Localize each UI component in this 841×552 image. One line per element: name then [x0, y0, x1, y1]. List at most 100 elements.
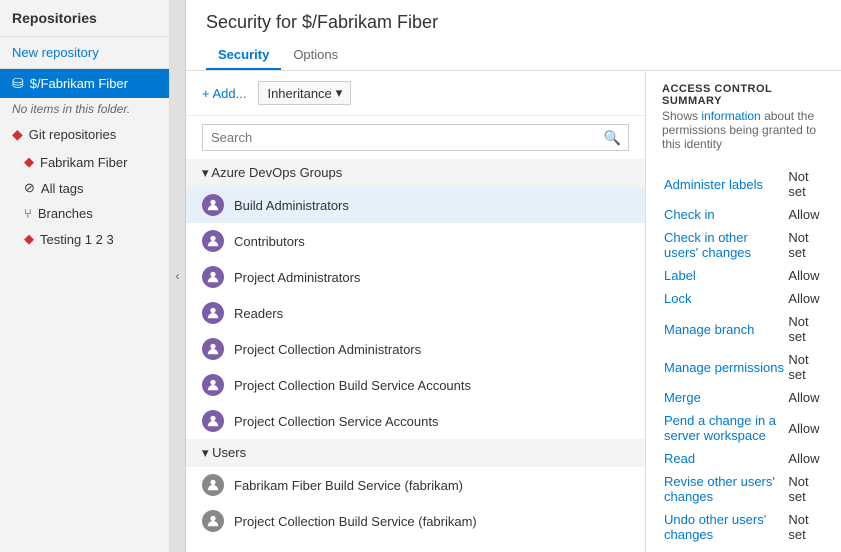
- testing-icon: ◆: [24, 231, 34, 247]
- permission-value: Not set: [786, 226, 825, 264]
- table-row: Check in Allow: [662, 203, 825, 226]
- group-item-project-admins[interactable]: Project Administrators: [186, 259, 645, 295]
- group-name-build-admins: Build Administrators: [234, 198, 349, 213]
- permission-name[interactable]: Administer labels: [664, 177, 763, 192]
- permission-value: Allow: [786, 447, 825, 470]
- sidebar-item-branches[interactable]: ⑂ Branches: [0, 201, 169, 226]
- group-item-build-admins[interactable]: Build Administrators: [186, 187, 645, 223]
- table-row: Read Allow: [662, 447, 825, 470]
- table-row: Unlock other users' changes Not set: [662, 546, 825, 552]
- table-row: Manage permissions Not set: [662, 348, 825, 386]
- no-items-label: No items in this folder.: [0, 98, 169, 120]
- permission-name[interactable]: Revise other users' changes: [664, 474, 775, 504]
- inheritance-button[interactable]: Inheritance ▾: [258, 81, 351, 105]
- table-row: Lock Allow: [662, 287, 825, 310]
- table-row: Merge Allow: [662, 386, 825, 409]
- git-repo-icon: ◆: [24, 154, 34, 170]
- permission-name[interactable]: Pend a change in a server workspace: [664, 413, 776, 443]
- readers-avatar: [202, 302, 224, 324]
- sidebar-item-testing[interactable]: ◆ Testing 1 2 3: [0, 226, 169, 252]
- inheritance-chevron-icon: ▾: [336, 85, 343, 101]
- table-row: Manage branch Not set: [662, 310, 825, 348]
- group-name-fabrikam-build: Fabrikam Fiber Build Service (fabrikam): [234, 478, 463, 493]
- group-name-pc-service-accounts: Project Collection Service Accounts: [234, 414, 438, 429]
- acs-subtitle: Shows information about the permissions …: [662, 109, 825, 151]
- table-row: Administer labels Not set: [662, 165, 825, 203]
- search-icon: 🔍: [604, 129, 621, 146]
- sidebar-item-fabrikam-fiber[interactable]: ⛁ $/Fabrikam Fiber: [0, 69, 169, 98]
- pc-admins-avatar: [202, 338, 224, 360]
- group-name-readers: Readers: [234, 306, 283, 321]
- permission-name[interactable]: Label: [664, 268, 696, 283]
- acs-title: ACCESS CONTROL SUMMARY: [662, 83, 825, 107]
- repo-icon: ⛁: [12, 75, 24, 92]
- sidebar-item-git-repos[interactable]: ◆ Git repositories: [0, 120, 169, 149]
- search-input[interactable]: [202, 124, 629, 151]
- sidebar-item-fabrikam-fiber-git[interactable]: ◆ Fabrikam Fiber: [0, 149, 169, 175]
- permission-name[interactable]: Check in other users' changes: [664, 230, 751, 260]
- permission-name[interactable]: Merge: [664, 390, 701, 405]
- build-admins-avatar: [202, 194, 224, 216]
- group-item-pc-build-service-user[interactable]: Project Collection Build Service (fabrik…: [186, 503, 645, 539]
- toolbar: + Add... Inheritance ▾: [186, 71, 645, 116]
- page-title: Security for $/Fabrikam Fiber: [206, 12, 821, 33]
- permission-value: Not set: [786, 165, 825, 203]
- permission-name[interactable]: Read: [664, 451, 695, 466]
- group-name-project-admins: Project Administrators: [234, 270, 360, 285]
- tag-icon: ⊘: [24, 180, 35, 196]
- azure-devops-groups-header[interactable]: ▾ Azure DevOps Groups: [186, 159, 645, 187]
- tab-options[interactable]: Options: [281, 41, 350, 70]
- users-label: ▾ Users: [202, 445, 246, 461]
- main-panel: Security for $/Fabrikam Fiber Security O…: [186, 0, 841, 552]
- add-button[interactable]: + Add...: [202, 86, 246, 101]
- pc-service-accounts-avatar: [202, 410, 224, 432]
- tab-security[interactable]: Security: [206, 41, 281, 70]
- permission-value: Allow: [786, 264, 825, 287]
- content-area: + Add... Inheritance ▾ 🔍 ▾ Azure DevOps …: [186, 71, 841, 552]
- project-admins-avatar: [202, 266, 224, 288]
- table-row: Revise other users' changes Not set: [662, 470, 825, 508]
- new-repository-button[interactable]: New repository: [0, 37, 169, 69]
- sidebar-item-all-tags[interactable]: ⊘ All tags: [0, 175, 169, 201]
- permission-value: Allow: [786, 203, 825, 226]
- permission-value: Not set: [786, 470, 825, 508]
- group-name-contributors: Contributors: [234, 234, 305, 249]
- users-section-header[interactable]: ▾ Users: [186, 439, 645, 467]
- group-item-pc-service-accounts[interactable]: Project Collection Service Accounts: [186, 403, 645, 439]
- permission-value: Not set: [786, 348, 825, 386]
- permission-value: Not set: [786, 310, 825, 348]
- right-panel: ACCESS CONTROL SUMMARY Shows information…: [646, 71, 841, 552]
- permission-name[interactable]: Manage branch: [664, 322, 754, 337]
- left-panel: + Add... Inheritance ▾ 🔍 ▾ Azure DevOps …: [186, 71, 646, 552]
- permission-value: Allow: [786, 386, 825, 409]
- group-item-contributors[interactable]: Contributors: [186, 223, 645, 259]
- permission-name[interactable]: Lock: [664, 291, 691, 306]
- git-icon: ◆: [12, 126, 23, 143]
- permission-value: Not set: [786, 508, 825, 546]
- pc-build-service-user-avatar: [202, 510, 224, 532]
- group-item-pc-admins[interactable]: Project Collection Administrators: [186, 331, 645, 367]
- collapse-icon: ‹: [176, 269, 180, 283]
- branch-icon: ⑂: [24, 206, 32, 221]
- permission-value: Not set: [786, 546, 825, 552]
- group-name-pc-build-service: Project Collection Build Service Account…: [234, 378, 471, 393]
- acs-subtitle-link[interactable]: information: [701, 109, 760, 123]
- permission-name[interactable]: Manage permissions: [664, 360, 784, 375]
- search-box: 🔍: [202, 124, 629, 151]
- collapse-button[interactable]: ‹: [170, 0, 186, 552]
- group-item-fabrikam-build[interactable]: Fabrikam Fiber Build Service (fabrikam): [186, 467, 645, 503]
- table-row: Label Allow: [662, 264, 825, 287]
- main-header: Security for $/Fabrikam Fiber Security O…: [186, 0, 841, 71]
- group-item-pc-build-service[interactable]: Project Collection Build Service Account…: [186, 367, 645, 403]
- group-name-pc-admins: Project Collection Administrators: [234, 342, 421, 357]
- permission-value: Allow: [786, 409, 825, 447]
- group-item-readers[interactable]: Readers: [186, 295, 645, 331]
- sidebar-header: Repositories: [0, 0, 169, 37]
- permission-name[interactable]: Check in: [664, 207, 715, 222]
- table-row: Undo other users' changes Not set: [662, 508, 825, 546]
- permission-value: Allow: [786, 287, 825, 310]
- table-row: Pend a change in a server workspace Allo…: [662, 409, 825, 447]
- permission-name[interactable]: Undo other users' changes: [664, 512, 766, 542]
- permissions-table: Administer labels Not set Check in Allow…: [662, 165, 825, 552]
- inheritance-label: Inheritance: [267, 86, 331, 101]
